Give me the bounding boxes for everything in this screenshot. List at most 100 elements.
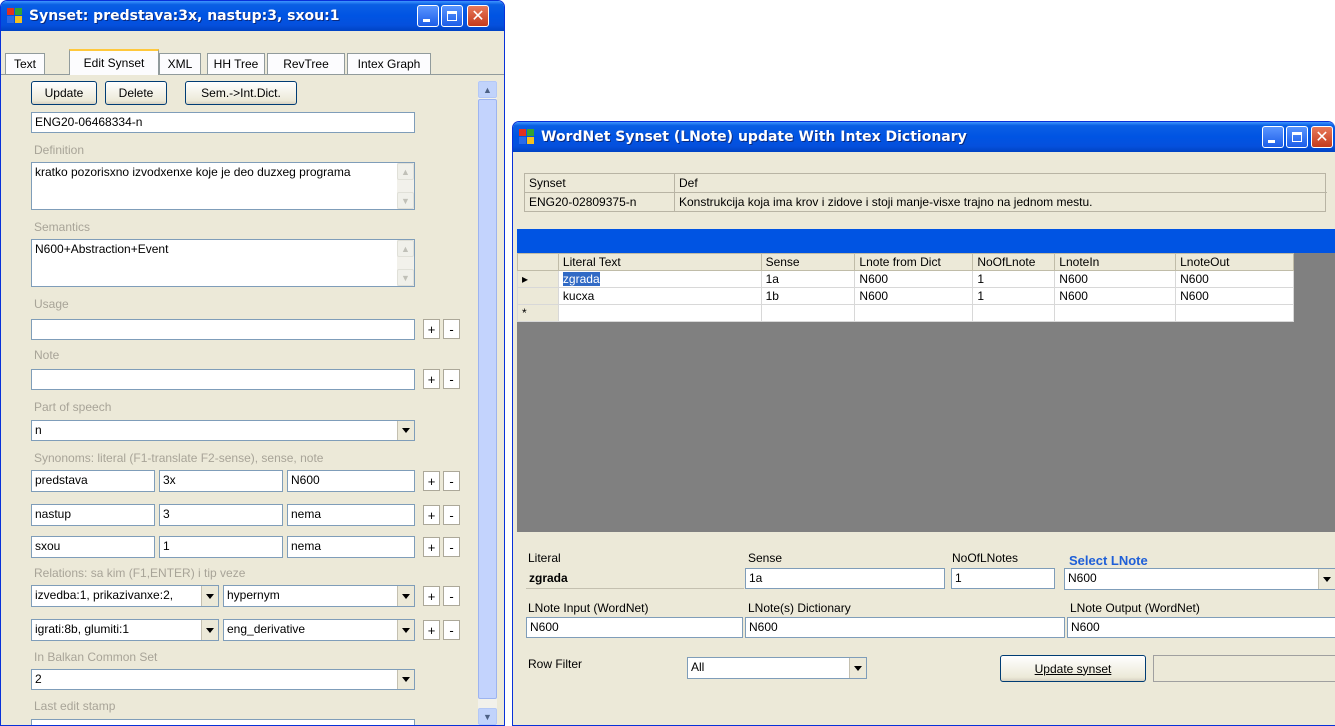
lnote-dict-field[interactable]: N600 bbox=[745, 617, 1065, 638]
table-cell[interactable] bbox=[1175, 304, 1294, 322]
synonym-literal-field[interactable]: nastup bbox=[31, 504, 155, 526]
synonym-literal-field[interactable]: sxou bbox=[31, 536, 155, 558]
chevron-down-icon[interactable] bbox=[201, 586, 218, 606]
chevron-down-icon[interactable] bbox=[397, 421, 414, 440]
synset-titlebar[interactable]: Synset: predstava:3x, nastup:3, sxou:1 ✕ bbox=[1, 1, 504, 31]
update-button[interactable]: Update bbox=[31, 81, 97, 105]
scroll-up-icon[interactable]: ▲ bbox=[478, 81, 497, 98]
stamp-field[interactable] bbox=[31, 719, 415, 725]
column-header[interactable]: Literal Text bbox=[557, 253, 762, 271]
synonym-add-button[interactable]: + bbox=[423, 537, 440, 557]
note-add-button[interactable]: + bbox=[423, 369, 440, 389]
maximize-button[interactable] bbox=[1286, 126, 1308, 148]
synonym-note-field[interactable]: nema bbox=[287, 536, 415, 558]
new-row-icon[interactable]: * bbox=[517, 304, 559, 322]
chevron-down-icon[interactable] bbox=[397, 586, 414, 606]
table-cell[interactable]: kucxa bbox=[557, 287, 762, 305]
tab-revtree[interactable]: RevTree bbox=[267, 53, 345, 74]
lnote-input-field[interactable]: N600 bbox=[526, 617, 743, 638]
synonym-add-button[interactable]: + bbox=[423, 471, 440, 491]
scroll-down-icon[interactable]: ▼ bbox=[397, 192, 414, 209]
table-cell[interactable]: N600 bbox=[1054, 287, 1177, 305]
chevron-down-icon[interactable] bbox=[201, 620, 218, 640]
semantics-field[interactable]: N600+Abstraction+Event ▲ ▼ bbox=[31, 239, 415, 287]
table-cell[interactable]: 1a bbox=[760, 270, 856, 288]
table-cell[interactable]: N600 bbox=[1175, 270, 1294, 288]
synonym-sense-field[interactable]: 3 bbox=[159, 504, 283, 526]
relation-remove-button[interactable]: - bbox=[443, 586, 460, 606]
scroll-down-icon[interactable]: ▼ bbox=[397, 269, 414, 286]
form-scrollbar[interactable]: ▲ ▼ bbox=[478, 81, 497, 725]
chevron-down-icon[interactable] bbox=[1318, 569, 1335, 589]
sense-field[interactable]: 1a bbox=[745, 568, 945, 589]
table-cell[interactable] bbox=[760, 304, 856, 322]
column-header[interactable]: Lnote from Dict bbox=[854, 253, 974, 271]
update-synset-button[interactable]: Update synset bbox=[1000, 655, 1146, 682]
tab-hh-tree[interactable]: HH Tree bbox=[207, 53, 265, 74]
close-button[interactable]: ✕ bbox=[1311, 126, 1333, 148]
lnote-titlebar[interactable]: WordNet Synset (LNote) update With Intex… bbox=[513, 122, 1335, 152]
lnote-output-field[interactable]: N600 bbox=[1067, 617, 1335, 638]
tab-xml[interactable]: XML bbox=[159, 53, 201, 74]
close-button[interactable]: ✕ bbox=[467, 5, 489, 27]
synonym-note-field[interactable]: N600 bbox=[287, 470, 415, 492]
tab-edit-synset[interactable]: Edit Synset bbox=[69, 49, 159, 75]
definition-scrollbar[interactable]: ▲ ▼ bbox=[397, 163, 414, 209]
new-row[interactable]: * bbox=[517, 304, 1294, 322]
minimize-button[interactable] bbox=[1262, 126, 1284, 148]
column-header[interactable]: LnoteOut bbox=[1175, 253, 1294, 271]
relation-target-field[interactable]: igrati:8b, glumiti:1 bbox=[31, 619, 219, 641]
scroll-up-icon[interactable]: ▲ bbox=[397, 163, 414, 180]
synonym-remove-button[interactable]: - bbox=[443, 537, 460, 557]
semantics-scrollbar[interactable]: ▲ ▼ bbox=[397, 240, 414, 286]
definition-field[interactable]: kratko pozorisxno izvodxenxe koje je deo… bbox=[31, 162, 415, 210]
pos-select[interactable]: n bbox=[31, 420, 415, 441]
relation-target-field[interactable]: izvedba:1, prikazivanxe:2, bbox=[31, 585, 219, 607]
table-row[interactable]: ▸ zgrada 1a N600 1 N600 N600 bbox=[517, 270, 1294, 288]
chevron-down-icon[interactable] bbox=[849, 658, 866, 678]
nooflnotes-field[interactable]: 1 bbox=[951, 568, 1055, 589]
scroll-up-icon[interactable]: ▲ bbox=[397, 240, 414, 257]
scroll-down-icon[interactable]: ▼ bbox=[478, 708, 497, 725]
synonym-sense-field[interactable]: 1 bbox=[159, 536, 283, 558]
synset-id-field[interactable]: ENG20-06468334-n bbox=[31, 112, 415, 133]
column-header[interactable]: NoOfLnote bbox=[972, 253, 1056, 271]
column-header[interactable]: Sense bbox=[760, 253, 856, 271]
synonym-add-button[interactable]: + bbox=[423, 505, 440, 525]
minimize-button[interactable] bbox=[417, 5, 439, 27]
table-cell[interactable] bbox=[557, 304, 762, 322]
bcs-select[interactable]: 2 bbox=[31, 669, 415, 690]
table-cell[interactable]: 1b bbox=[760, 287, 856, 305]
sem-to-int-dict-button[interactable]: Sem.->Int.Dict. bbox=[185, 81, 297, 105]
table-cell[interactable]: 1 bbox=[972, 270, 1056, 288]
chevron-down-icon[interactable] bbox=[397, 620, 414, 640]
relation-add-button[interactable]: + bbox=[423, 620, 440, 640]
chevron-down-icon[interactable] bbox=[397, 670, 414, 689]
usage-remove-button[interactable]: - bbox=[443, 319, 460, 339]
relation-add-button[interactable]: + bbox=[423, 586, 440, 606]
table-cell[interactable] bbox=[972, 304, 1056, 322]
row-selector-icon[interactable]: ▸ bbox=[517, 270, 559, 288]
row-filter-select[interactable]: All bbox=[687, 657, 867, 679]
table-cell[interactable]: N600 bbox=[1175, 287, 1294, 305]
relation-type-select[interactable]: hypernym bbox=[223, 585, 415, 607]
relation-remove-button[interactable]: - bbox=[443, 620, 460, 640]
maximize-button[interactable] bbox=[441, 5, 463, 27]
synonym-remove-button[interactable]: - bbox=[443, 471, 460, 491]
column-header[interactable]: LnoteIn bbox=[1054, 253, 1177, 271]
delete-button[interactable]: Delete bbox=[105, 81, 167, 105]
table-cell[interactable]: N600 bbox=[1054, 270, 1177, 288]
table-cell[interactable] bbox=[1054, 304, 1177, 322]
note-remove-button[interactable]: - bbox=[443, 369, 460, 389]
table-row[interactable]: kucxa 1b N600 1 N600 N600 bbox=[517, 287, 1294, 305]
table-cell[interactable]: N600 bbox=[854, 287, 974, 305]
tab-text[interactable]: Text bbox=[5, 53, 45, 74]
table-cell[interactable]: N600 bbox=[854, 270, 974, 288]
table-cell[interactable]: zgrada bbox=[557, 270, 762, 288]
synonym-sense-field[interactable]: 3x bbox=[159, 470, 283, 492]
synonym-literal-field[interactable]: predstava bbox=[31, 470, 155, 492]
relation-type-select[interactable]: eng_derivative bbox=[223, 619, 415, 641]
synonym-remove-button[interactable]: - bbox=[443, 505, 460, 525]
note-field[interactable] bbox=[31, 369, 415, 390]
usage-add-button[interactable]: + bbox=[423, 319, 440, 339]
